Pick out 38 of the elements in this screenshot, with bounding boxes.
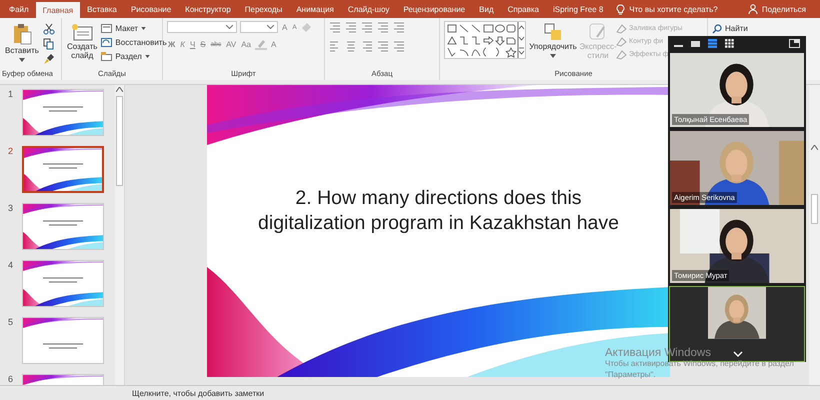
slide-number: 4 [8,260,14,270]
notes-field[interactable]: Щелкните, чтобы добавить заметки [0,385,820,400]
section-button[interactable]: Раздел [101,51,167,62]
slide-title: 2. How many directions does this [295,186,582,211]
arrange-button[interactable]: Упорядочить [529,21,577,60]
ribbon-tab[interactable]: Файл [2,0,36,18]
slide-title: digitalization program in Kazakhstan have [258,211,619,236]
reset-button[interactable]: Восстановить [101,37,167,48]
ribbon-tab[interactable]: Конструктор [178,0,238,18]
format-button[interactable]: S [199,40,207,49]
format-button[interactable]: AV [225,40,238,49]
slide-number: 5 [8,317,14,327]
font-size-button[interactable]: A [281,22,288,32]
ribbon-tab[interactable]: Анимация [289,0,341,18]
slide-number: 6 [8,374,14,384]
layout-button[interactable]: Макет [101,23,167,34]
tell-me-button[interactable]: Что вы хотите сделать? [610,0,724,18]
ribbon-tab[interactable]: Рецензирование [396,0,472,18]
paste-button[interactable]: Вставить [4,21,40,64]
ribbon-tab[interactable]: iSpring Free 8 [546,0,610,18]
format-button[interactable]: К [179,40,186,49]
ribbon-tab[interactable]: Переходы [238,0,290,18]
format-button[interactable]: Aa [240,40,252,49]
slide-number: 1 [8,89,14,99]
find-button[interactable]: Найти [712,21,816,32]
ribbon-tab[interactable]: Вставка [80,0,124,18]
format-button[interactable]: Ч [188,40,196,49]
slide-number: 3 [8,203,14,213]
new-slide-button[interactable]: Создать слайд [66,21,98,63]
ribbon-tab[interactable]: Главная [36,2,80,18]
format-button[interactable]: Ж [167,40,176,49]
ribbon-tab[interactable]: Рисование [124,0,178,18]
share-button[interactable]: Поделиться [742,0,820,18]
ribbon-tab[interactable]: Справка [500,0,546,18]
font-color-button[interactable]: A [270,40,278,49]
ribbon-tab[interactable]: Вид [472,0,501,18]
slide-number: 2 [8,146,14,156]
ribbon-tab[interactable]: Слайд-шоу [340,0,396,18]
